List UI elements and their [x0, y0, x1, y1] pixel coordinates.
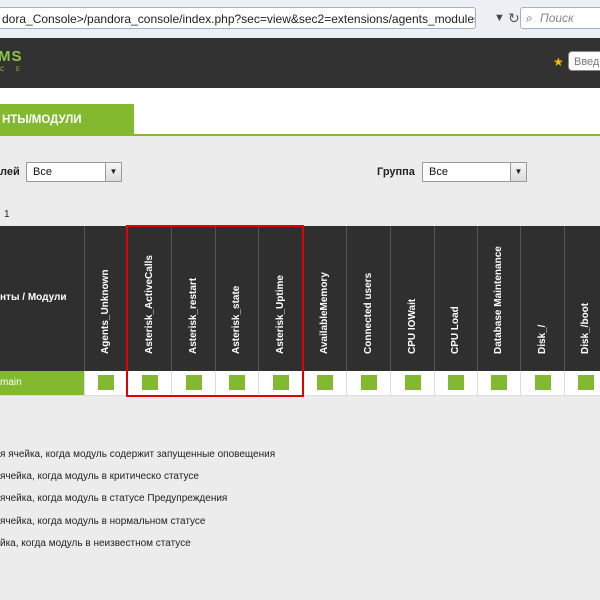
module-group-select[interactable]: Все ▼: [26, 162, 122, 182]
status-indicator: [578, 375, 594, 390]
column-header[interactable]: Agents_Unknown: [84, 226, 127, 371]
group-value: Все: [429, 166, 448, 178]
status-indicator: [98, 375, 114, 390]
status-cell[interactable]: [171, 371, 215, 395]
dropdown-arrow-icon[interactable]: ▼: [494, 12, 505, 24]
column-header-label: AvailableMemory: [318, 272, 330, 354]
logo[interactable]: MS: [0, 48, 23, 65]
status-indicator: [360, 375, 377, 390]
column-header-label: Disk_/: [536, 324, 548, 354]
legend-item: йка, когда модуль в неизвестном статусе: [0, 538, 191, 549]
status-indicator: [404, 375, 421, 390]
status-indicator: [229, 375, 245, 390]
status-cell[interactable]: [520, 371, 564, 395]
chevron-down-icon[interactable]: ▼: [105, 163, 121, 181]
column-header[interactable]: Asterisk_ActiveCalls: [127, 226, 171, 371]
column-header-label: Asterisk_ActiveCalls: [143, 255, 155, 354]
status-indicator: [448, 375, 464, 390]
legend-item: я ячейка, когда модуль содержит запущенн…: [0, 449, 276, 460]
status-indicator: [316, 375, 333, 390]
column-header-label: CPU IOWait: [406, 298, 418, 354]
column-header[interactable]: Connected users: [346, 226, 390, 371]
chevron-down-icon[interactable]: ▼: [510, 163, 526, 181]
column-header-label: Asterisk_restart: [187, 277, 199, 354]
star-icon[interactable]: ★: [553, 55, 564, 69]
legend-item: ячейка, когда модуль в статусе Предупреж…: [0, 493, 228, 504]
status-cell[interactable]: [215, 371, 258, 395]
status-cell[interactable]: [477, 371, 520, 395]
browser-toolbar: dora_Console>/pandora_console/index.php?…: [0, 0, 600, 39]
status-cell[interactable]: [84, 371, 127, 395]
status-cell[interactable]: [258, 371, 302, 395]
group-select[interactable]: Все ▼: [422, 162, 527, 182]
module-group-label: лей: [0, 166, 20, 178]
legend-item: ячейка, когда модуль в нормальном статус…: [0, 516, 206, 527]
pagination[interactable]: 1: [4, 209, 10, 220]
tab-agents-modules[interactable]: НТЫ/МОДУЛИ: [0, 104, 134, 136]
module-group-value: Все: [33, 166, 52, 178]
status-indicator: [491, 375, 507, 390]
status-cell[interactable]: [346, 371, 390, 395]
legend-item: ячейка, когда модуль в критическо статус…: [0, 471, 199, 482]
status-cell[interactable]: [434, 371, 477, 395]
search-icon: ⌕: [526, 11, 533, 25]
column-header-label: Connected users: [362, 272, 374, 354]
browser-search-placeholder: Поиск: [540, 11, 574, 25]
status-cell[interactable]: [390, 371, 434, 395]
browser-search-field[interactable]: ⌕ Поиск: [520, 7, 600, 29]
column-header-label: Disk_/boot: [580, 302, 591, 354]
header-search-input[interactable]: Введ: [568, 51, 600, 71]
status-cell[interactable]: [564, 371, 600, 395]
status-indicator: [534, 375, 551, 390]
column-header-label: Asterisk_Uptime: [274, 275, 286, 354]
column-header-label: CPU Load: [450, 306, 461, 354]
reload-icon[interactable]: ↻: [508, 10, 520, 27]
agents-modules-header: нты / Модули: [0, 292, 67, 303]
column-header[interactable]: Disk_/: [520, 226, 564, 371]
address-bar[interactable]: dora_Console>/pandora_console/index.php?…: [0, 7, 476, 29]
column-header-label: Asterisk_state: [231, 285, 242, 354]
logo-subtitle: C E: [0, 67, 26, 73]
column-header[interactable]: Asterisk_Uptime: [258, 226, 302, 371]
column-header[interactable]: CPU IOWait: [390, 226, 434, 371]
column-header[interactable]: Disk_/boot: [564, 226, 600, 371]
column-header-label: Agents_Unknown: [100, 269, 111, 354]
column-header[interactable]: CPU Load: [434, 226, 477, 371]
column-header[interactable]: AvailableMemory: [302, 226, 346, 371]
group-label: Группа: [377, 166, 415, 178]
app-header: MS C E: [0, 38, 600, 88]
status-cell[interactable]: [127, 371, 171, 395]
status-cell[interactable]: [302, 371, 346, 395]
status-indicator: [272, 375, 289, 390]
status-indicator: [141, 375, 158, 390]
agent-name-cell[interactable]: main: [0, 371, 84, 395]
column-header[interactable]: Asterisk_restart: [171, 226, 215, 371]
column-header[interactable]: Database Maintenance: [477, 226, 520, 371]
column-header[interactable]: Asterisk_state: [215, 226, 258, 371]
column-header-label: Database Maintenance: [493, 246, 504, 354]
status-indicator: [185, 375, 202, 390]
